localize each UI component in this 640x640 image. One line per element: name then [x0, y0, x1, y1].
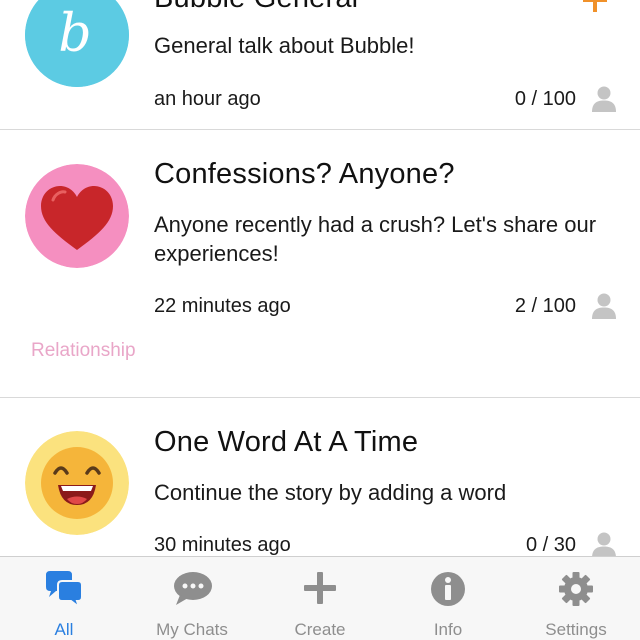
room-description: Continue the story by adding a word [154, 480, 507, 505]
svg-text:b: b [58, 4, 91, 64]
gear-icon [559, 572, 593, 606]
room-time: an hour ago [154, 88, 261, 110]
laughing-face-icon [25, 431, 129, 535]
room-member-count: 2 / 100 [514, 295, 576, 317]
room-row[interactable]: Confessions? Anyone? Anyone recently had… [0, 130, 640, 398]
tab-create[interactable]: Create [256, 557, 384, 640]
speech-bubble-icon [174, 572, 212, 605]
bubble-logo-icon: b [25, 0, 129, 87]
user-icon [592, 293, 616, 319]
user-icon [592, 532, 616, 556]
chat-bubbles-icon [46, 571, 83, 607]
add-icon[interactable] [583, 0, 607, 12]
tab-settings[interactable]: Settings [512, 557, 640, 640]
tab-label: Create [294, 620, 346, 639]
room-member-count: 0 / 100 [514, 88, 576, 110]
tab-all[interactable]: All [0, 557, 128, 640]
room-time: 30 minutes ago [154, 534, 291, 556]
room-list: b Bubble General General talk about Bubb… [0, 0, 640, 556]
tab-info[interactable]: Info [384, 557, 512, 640]
tab-label: Info [433, 620, 463, 639]
tab-label: Settings [545, 620, 607, 639]
room-category-tag: Relationship [31, 340, 136, 361]
tab-label: My Chats [156, 620, 228, 639]
room-description: General talk about Bubble! [154, 33, 415, 58]
tab-my-chats[interactable]: My Chats [128, 557, 256, 640]
tab-bar: All My Chats Create Info Settings [0, 556, 640, 640]
tab-label: All [54, 620, 74, 639]
room-description: Anyone recently had a crush? Let's share… [154, 212, 597, 266]
room-time: 22 minutes ago [154, 295, 291, 317]
info-icon [431, 572, 465, 606]
room-title: Confessions? Anyone? [154, 158, 455, 190]
room-title: One Word At A Time [154, 426, 419, 458]
heart-icon [25, 164, 129, 268]
room-row[interactable]: b Bubble General General talk about Bubb… [0, 0, 640, 130]
room-member-count: 0 / 30 [525, 534, 576, 556]
room-title: Bubble General [154, 0, 358, 15]
plus-icon [304, 572, 336, 604]
room-row[interactable]: One Word At A Time Continue the story by… [0, 398, 640, 556]
user-icon [592, 86, 616, 112]
